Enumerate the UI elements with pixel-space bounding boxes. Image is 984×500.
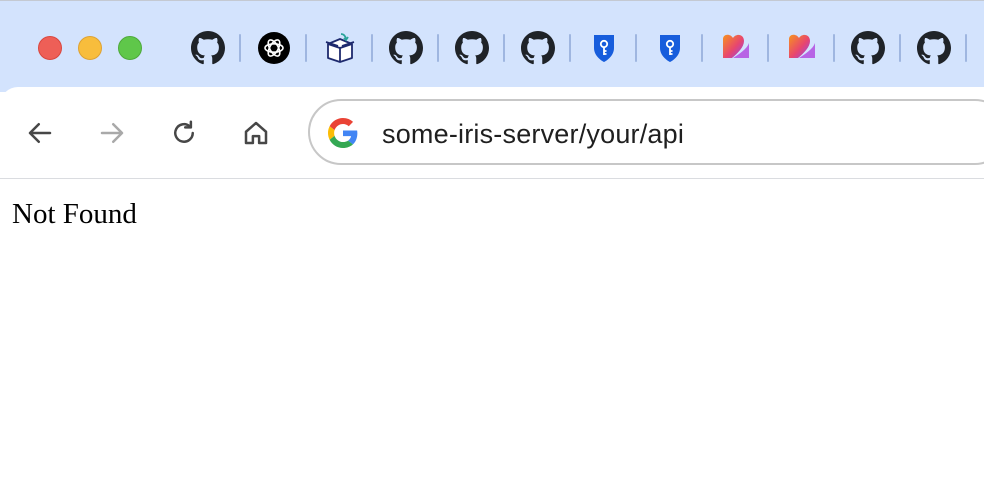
url-text[interactable]: some-iris-server/your/api — [382, 119, 684, 150]
tab-3[interactable] — [323, 31, 357, 65]
heart-app-icon — [789, 34, 815, 58]
tab-separator — [503, 34, 505, 62]
tab-4[interactable] — [389, 31, 423, 65]
tab-11[interactable] — [851, 31, 885, 65]
github-icon — [917, 31, 951, 65]
browser-toolbar: some-iris-server/your/api — [0, 87, 984, 179]
tab-separator — [899, 34, 901, 62]
tab-separator — [965, 34, 967, 62]
tab-5[interactable] — [455, 31, 489, 65]
forward-button[interactable] — [92, 113, 132, 153]
tab-2[interactable] — [257, 31, 291, 65]
bitwarden-shield-icon — [660, 35, 680, 62]
tab-separator — [305, 34, 307, 62]
tab-7[interactable] — [587, 31, 621, 65]
window-zoom-button[interactable] — [118, 36, 142, 60]
window-close-button[interactable] — [38, 36, 62, 60]
tab-separator — [437, 34, 439, 62]
tab-10[interactable] — [785, 31, 819, 65]
tab-8[interactable] — [653, 31, 687, 65]
address-bar[interactable]: some-iris-server/your/api — [308, 99, 984, 165]
reload-button[interactable] — [164, 113, 204, 153]
tab-separator — [701, 34, 703, 62]
openai-icon — [258, 32, 290, 64]
back-arrow-icon — [28, 123, 52, 143]
github-icon — [191, 31, 225, 65]
tab-separator — [239, 34, 241, 62]
forward-arrow-icon — [100, 123, 124, 143]
tab-separator — [833, 34, 835, 62]
window-minimize-button[interactable] — [78, 36, 102, 60]
tab-separator — [767, 34, 769, 62]
github-icon — [455, 31, 489, 65]
tab-separator — [569, 34, 571, 62]
tab-strip — [0, 0, 984, 92]
package-box-icon — [325, 33, 355, 63]
browser-window: some-iris-server/your/api Not Found — [0, 0, 984, 500]
tab-6[interactable] — [521, 31, 555, 65]
tab-1[interactable] — [191, 31, 225, 65]
reload-icon — [174, 120, 194, 143]
page-content: Not Found — [0, 180, 984, 500]
heart-app-icon — [723, 34, 749, 58]
google-icon — [328, 118, 358, 148]
tab-9[interactable] — [719, 31, 753, 65]
home-button[interactable] — [236, 113, 276, 153]
tab-separator — [635, 34, 637, 62]
not-found-message: Not Found — [12, 198, 137, 230]
github-icon — [851, 31, 885, 65]
bitwarden-shield-icon — [594, 35, 614, 62]
github-icon — [389, 31, 423, 65]
back-button[interactable] — [20, 113, 60, 153]
github-icon — [521, 31, 555, 65]
tab-separator — [371, 34, 373, 62]
home-icon — [244, 121, 268, 145]
tab-12[interactable] — [917, 31, 951, 65]
